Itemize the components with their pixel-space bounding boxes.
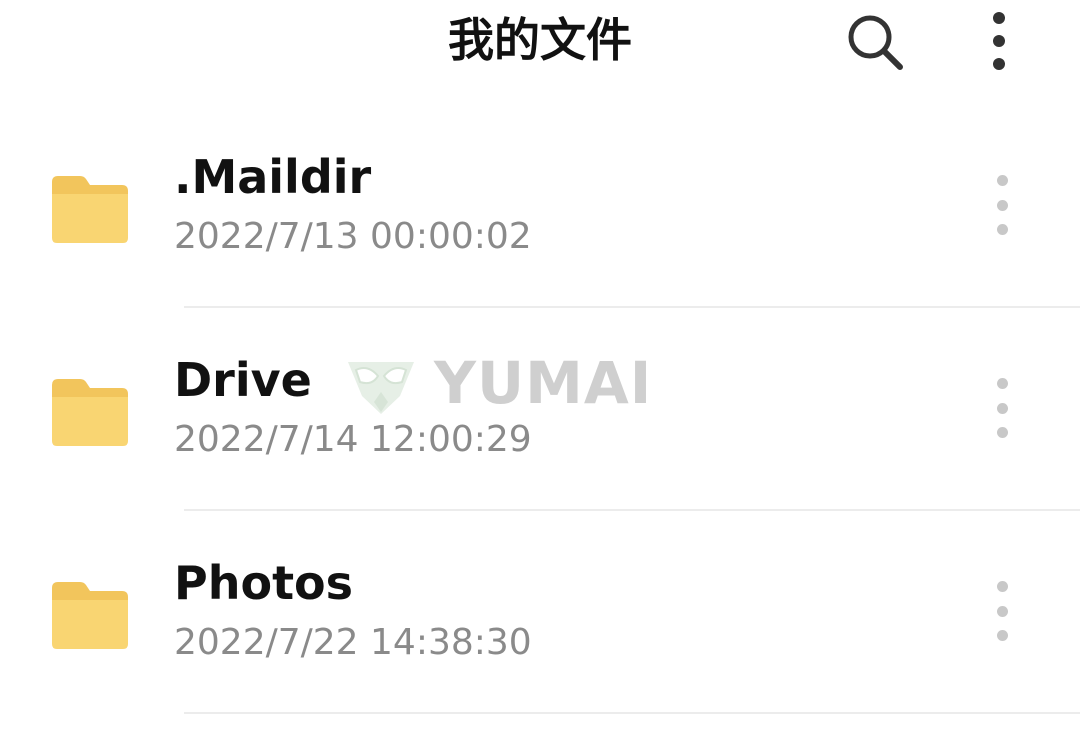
file-name: Photos (174, 556, 354, 610)
file-name: .Maildir (174, 150, 372, 204)
file-modified-date: 2022/7/22 14:38:30 (174, 622, 532, 663)
list-item[interactable]: Drive 2022/7/14 12:00:29 (0, 308, 1080, 511)
top-bar: 我的文件 (0, 0, 1080, 90)
folder-icon (52, 582, 128, 649)
file-modified-date: 2022/7/13 00:00:02 (174, 216, 532, 257)
more-options-button[interactable] (974, 8, 1024, 74)
list-item[interactable]: .Maildir 2022/7/13 00:00:02 (0, 105, 1080, 308)
file-list: .Maildir 2022/7/13 00:00:02 Drive 2022/7… (0, 105, 1080, 714)
more-vertical-icon (996, 581, 1008, 641)
more-vertical-icon (996, 175, 1008, 235)
file-name: Drive (174, 353, 312, 407)
row-more-button[interactable] (986, 175, 1018, 245)
file-modified-date: 2022/7/14 12:00:29 (174, 419, 532, 460)
more-vertical-icon (993, 12, 1005, 70)
row-more-button[interactable] (986, 581, 1018, 651)
more-vertical-icon (996, 378, 1008, 438)
list-item[interactable]: Photos 2022/7/22 14:38:30 (0, 511, 1080, 714)
search-button[interactable] (840, 10, 910, 74)
search-icon (848, 15, 903, 70)
folder-icon (52, 379, 128, 446)
divider (184, 712, 1080, 714)
folder-icon (52, 176, 128, 243)
page-title: 我的文件 (448, 13, 632, 67)
row-more-button[interactable] (986, 378, 1018, 448)
